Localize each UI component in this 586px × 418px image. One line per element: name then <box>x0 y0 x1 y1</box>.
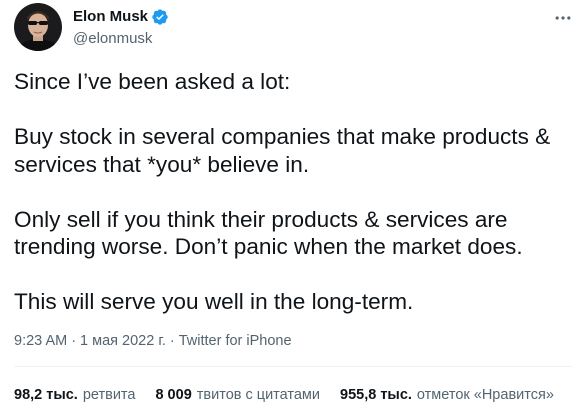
tweet-paragraph: Buy stock in several companies that make… <box>14 124 551 177</box>
retweets-stat[interactable]: 98,2 тыс. ретвита <box>14 387 135 403</box>
likes-label: отметок «Нравится» <box>416 387 554 403</box>
retweets-label: ретвита <box>82 387 136 403</box>
name-row: Elon Musk <box>73 7 169 26</box>
tweet-paragraph: This will serve you well in the long-ter… <box>14 289 414 314</box>
tweet-date[interactable]: 1 мая 2022 г. <box>80 333 166 349</box>
meta-separator: · <box>71 333 77 349</box>
meta-separator: · <box>169 333 175 349</box>
quotes-count: 8 009 <box>155 387 192 403</box>
tweet-paragraph: Since I’ve been asked a lot: <box>14 69 291 94</box>
user-info: Elon Musk @elonmusk <box>73 7 169 47</box>
user-handle[interactable]: @elonmusk <box>73 30 169 47</box>
more-options-icon[interactable] <box>551 6 575 30</box>
tweet-meta: 9:23 AM · 1 мая 2022 г. · Twitter for iP… <box>14 333 292 349</box>
quotes-stat[interactable]: 8 009 твитов с цитатами <box>155 387 320 403</box>
divider <box>14 366 572 367</box>
tweet: Elon Musk @elonmusk Since I’ve been aske… <box>0 0 586 418</box>
tweet-time[interactable]: 9:23 AM <box>14 333 67 349</box>
verified-badge-icon <box>151 8 169 26</box>
likes-stat[interactable]: 955,8 тыс. отметок «Нравится» <box>340 387 554 403</box>
retweets-count: 98,2 тыс. <box>14 387 78 403</box>
tweet-source[interactable]: Twitter for iPhone <box>179 333 292 349</box>
quotes-label: твитов с цитатами <box>196 387 321 403</box>
avatar-image <box>14 3 62 51</box>
tweet-stats: 98,2 тыс. ретвита 8 009 твитов с цитатам… <box>14 387 554 403</box>
display-name[interactable]: Elon Musk <box>73 8 148 25</box>
likes-count: 955,8 тыс. <box>340 387 412 403</box>
avatar[interactable] <box>14 3 62 51</box>
tweet-header: Elon Musk @elonmusk <box>14 3 169 51</box>
tweet-text: Since I’ve been asked a lot: Buy stock i… <box>14 68 574 316</box>
tweet-paragraph: Only sell if you think their products & … <box>14 206 523 260</box>
